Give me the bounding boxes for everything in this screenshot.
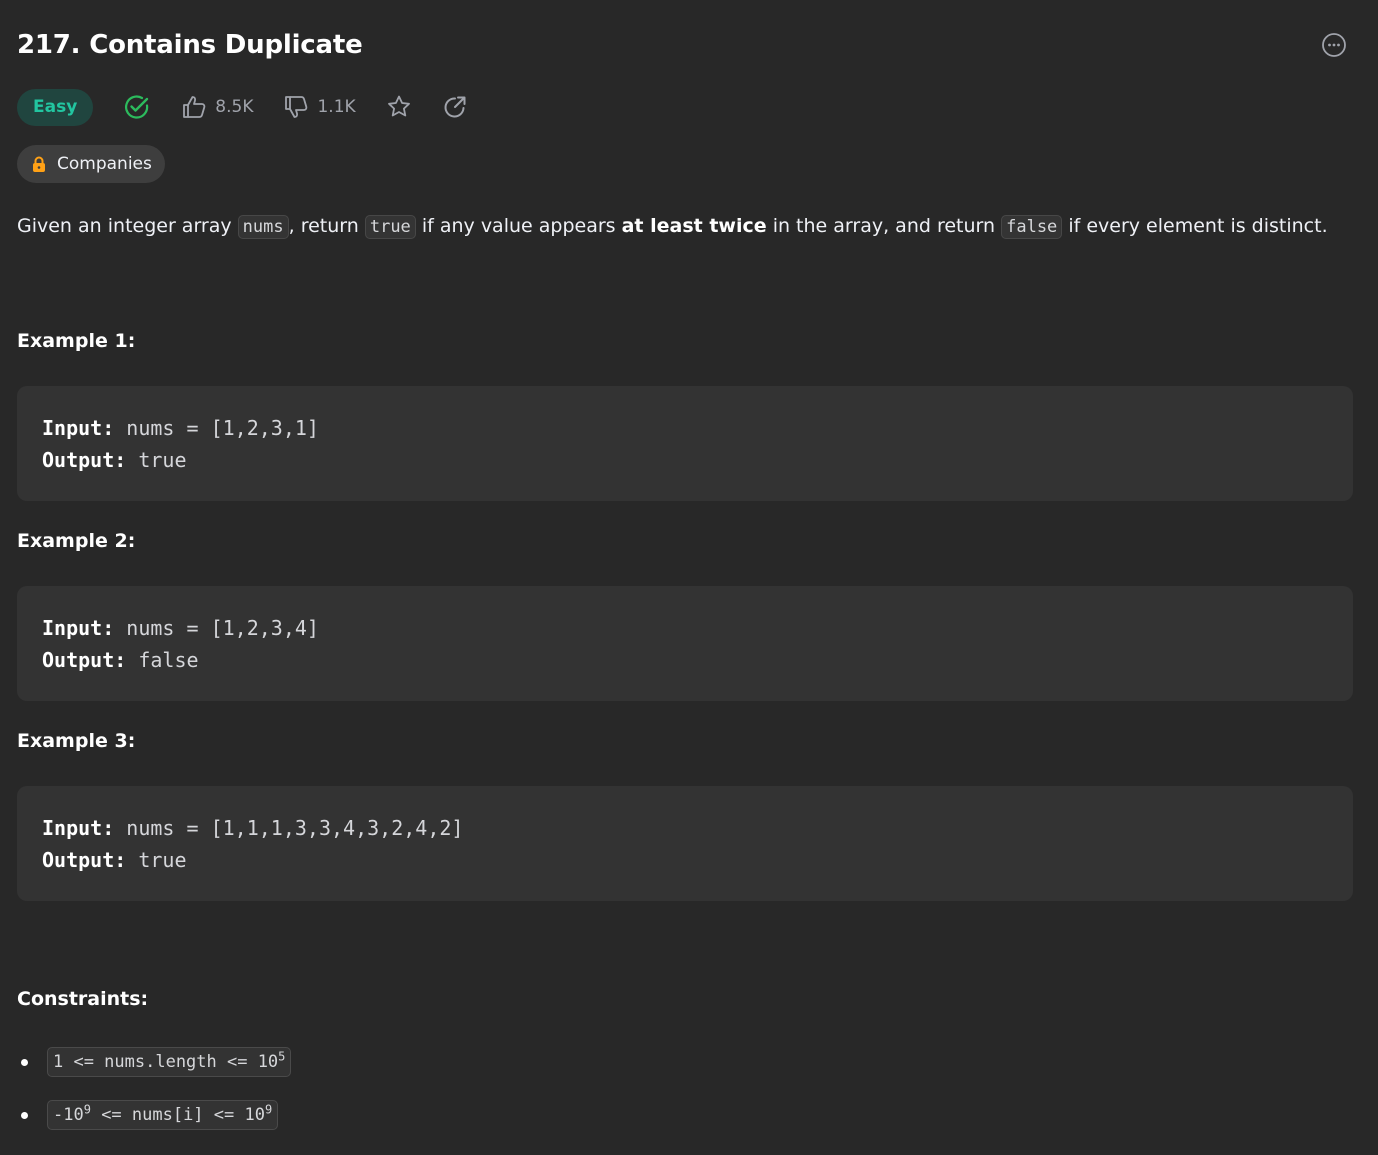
companies-tag[interactable]: Companies xyxy=(17,145,165,183)
example-input-line: Input: nums = [1,2,3,4] xyxy=(42,612,319,644)
meta-row: Easy 8.5K 1.1K xyxy=(17,87,498,127)
like-count: 8.5K xyxy=(215,97,254,117)
inline-code: false xyxy=(1001,215,1063,239)
output-label: Output: xyxy=(42,848,127,872)
example-box: Input: nums = [1,2,3,4] Output: false xyxy=(17,586,1353,701)
constraints-title: Constraints: xyxy=(17,988,149,1010)
input-value: nums = [1,2,3,4] xyxy=(126,616,319,640)
constraint-exponent: 9 xyxy=(264,1102,273,1117)
thumbs-up-icon xyxy=(183,96,206,118)
dislike-button[interactable]: 1.1K xyxy=(283,94,356,120)
output-label: Output: xyxy=(42,448,127,472)
constraint-text: <= nums[i] <= 10 xyxy=(90,1105,265,1125)
example-title: Example 3: xyxy=(17,730,136,752)
input-value: nums = [1,2,3,1] xyxy=(126,416,319,440)
example-output-line: Output: true xyxy=(42,444,187,476)
constraint-exponent: 5 xyxy=(278,1049,286,1064)
constraint-text: -10 xyxy=(53,1105,84,1125)
more-icon[interactable] xyxy=(1321,32,1347,58)
example-output-line: Output: true xyxy=(42,844,187,876)
companies-label: Companies xyxy=(57,154,152,174)
problem-title[interactable]: 217. Contains Duplicate xyxy=(17,30,363,60)
input-label: Input: xyxy=(42,816,115,840)
desc-text: in the array, and return xyxy=(766,215,1002,237)
solved-check-icon xyxy=(123,93,151,121)
example-output-line: Output: false xyxy=(42,644,199,676)
constraint-text: 1 <= nums.length <= 10 xyxy=(53,1052,279,1072)
share-icon[interactable] xyxy=(442,94,468,120)
dislike-count: 1.1K xyxy=(317,97,356,117)
desc-text: if any value appears xyxy=(415,215,622,237)
example-input-line: Input: nums = [1,1,1,3,3,4,3,2,4,2] xyxy=(42,812,463,844)
output-label: Output: xyxy=(42,648,127,672)
desc-bold: at least twice xyxy=(621,215,767,237)
thumbs-down-icon xyxy=(285,96,308,118)
difficulty-badge: Easy xyxy=(17,88,94,126)
constraint-code: 1 <= nums.length <= 105 xyxy=(47,1047,292,1077)
example-box: Input: nums = [1,2,3,1] Output: true xyxy=(17,386,1353,501)
output-value: true xyxy=(138,448,187,472)
input-label: Input: xyxy=(42,616,115,640)
example-box: Input: nums = [1,1,1,3,3,4,3,2,4,2] Outp… xyxy=(17,786,1353,901)
inline-code: true xyxy=(364,215,416,239)
desc-text: if every element is distinct. xyxy=(1062,215,1328,237)
bullet xyxy=(21,1111,28,1119)
constraint-code: -109 <= nums[i] <= 109 xyxy=(47,1100,279,1130)
inline-code: nums xyxy=(237,215,289,239)
problem-description: Given an integer array nums, return true… xyxy=(17,209,1357,244)
title-row: 217. Contains Duplicate xyxy=(17,28,1353,68)
desc-text: Given an integer array xyxy=(17,215,238,237)
example-input-line: Input: nums = [1,2,3,1] xyxy=(42,412,319,444)
example-title: Example 1: xyxy=(17,330,136,352)
bullet xyxy=(21,1058,28,1066)
lock-icon xyxy=(33,156,45,172)
desc-text: , return xyxy=(288,215,365,237)
like-button[interactable]: 8.5K xyxy=(181,94,253,120)
input-label: Input: xyxy=(42,416,115,440)
example-title: Example 2: xyxy=(17,530,136,552)
output-value: true xyxy=(138,848,187,872)
input-value: nums = [1,1,1,3,3,4,3,2,4,2] xyxy=(126,816,464,840)
constraint-item: -109 <= nums[i] <= 109 xyxy=(17,1099,279,1131)
output-value: false xyxy=(138,648,199,672)
star-icon[interactable] xyxy=(386,94,412,120)
constraint-item: 1 <= nums.length <= 105 xyxy=(17,1046,292,1078)
constraint-exponent: 9 xyxy=(83,1102,91,1117)
